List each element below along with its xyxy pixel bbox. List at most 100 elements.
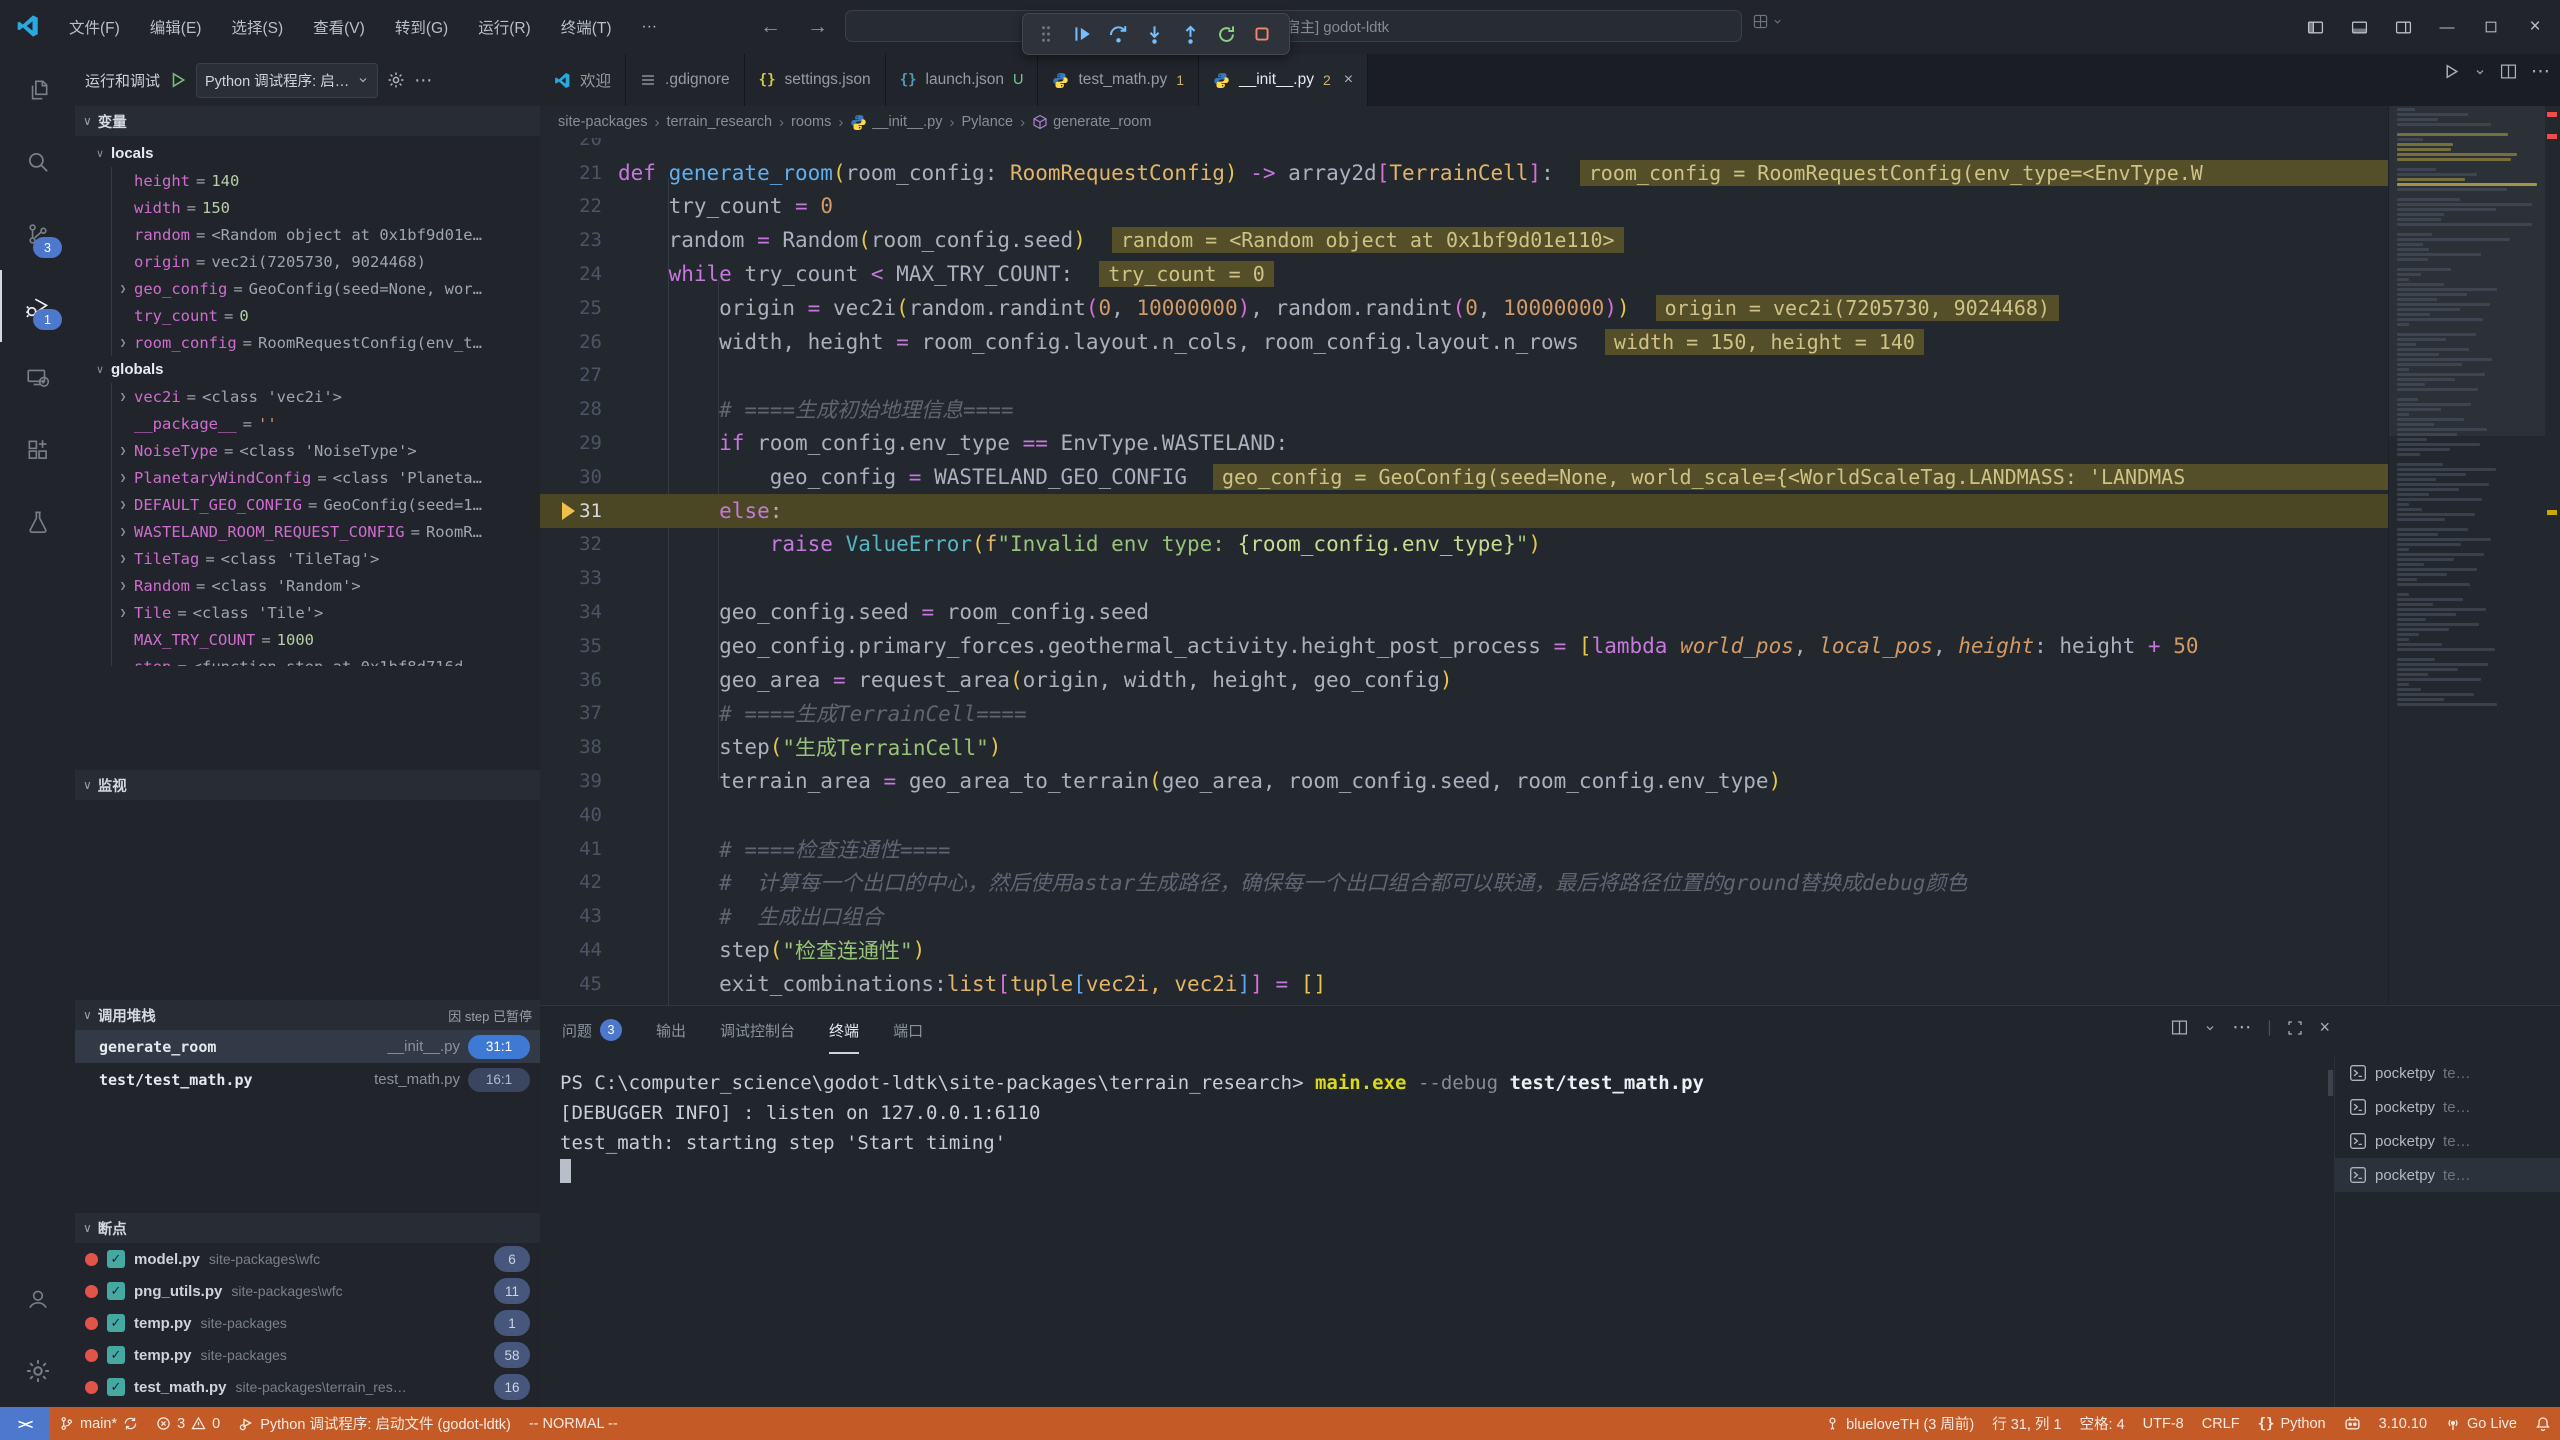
git-branch[interactable]: main*	[50, 1407, 147, 1440]
code-line-37[interactable]: 37 # ====生成TerrainCell====	[540, 697, 2560, 731]
variable-row[interactable]: __package__=''	[112, 410, 540, 437]
tab-launch.json[interactable]: {}launch.jsonU	[886, 54, 1039, 106]
overview-ruler[interactable]	[2545, 106, 2560, 1005]
more-button[interactable]: ⋯	[2531, 60, 2550, 83]
breadcrumb-item[interactable]: Pylance	[961, 114, 1013, 130]
variable-row[interactable]: origin=vec2i(7205730, 9024468)	[112, 248, 540, 275]
terminal-list-scrollbar[interactable]	[2328, 1070, 2333, 1096]
vim-mode[interactable]: -- NORMAL --	[520, 1407, 627, 1440]
toggle-secondary-sidebar-button[interactable]	[2384, 10, 2422, 44]
code-line-20[interactable]: 20	[540, 138, 2560, 156]
close-icon[interactable]: ×	[1344, 71, 1353, 89]
code-line-44[interactable]: 44 step("检查连通性")	[540, 933, 2560, 967]
git-blame[interactable]: blueloveTH (3 周前)	[1816, 1407, 1983, 1440]
breakpoint-row[interactable]: ✓temp.pysite-packages58	[75, 1339, 540, 1371]
line-number[interactable]: 34	[540, 601, 602, 623]
variable-row[interactable]: ❯PlanetaryWindConfig=<class 'Planeta…	[112, 464, 540, 491]
more-button[interactable]: ⋯	[2232, 1016, 2251, 1039]
line-number[interactable]: 27	[540, 364, 602, 386]
code-line-30[interactable]: 30 geo_config = WASTELAND_GEO_CONFIGgeo_…	[540, 460, 2560, 494]
line-number[interactable]: 30	[540, 466, 602, 488]
watch-section-header[interactable]: ∨监视	[75, 770, 540, 800]
line-number[interactable]: 22	[540, 195, 602, 217]
extension-indicator[interactable]	[2335, 1407, 2370, 1440]
variable-group[interactable]: ∨locals	[75, 140, 540, 167]
terminal-output[interactable]: PS C:\computer_science\godot-ldtk\site-p…	[560, 1068, 2320, 1407]
code-line-26[interactable]: 26 width, height = room_config.layout.n_…	[540, 325, 2560, 359]
variables-section-header[interactable]: ∨变量	[75, 106, 540, 136]
line-number[interactable]: 28	[540, 398, 602, 420]
tab-欢迎[interactable]: 欢迎	[540, 54, 626, 106]
terminal-list-item[interactable]: pocketpyte…	[2335, 1124, 2560, 1158]
line-number[interactable]: 38	[540, 736, 602, 758]
variable-row[interactable]: ❯TileTag=<class 'TileTag'>	[112, 545, 540, 572]
gear-icon[interactable]	[387, 71, 405, 89]
line-number[interactable]: 24	[540, 263, 602, 285]
variable-row[interactable]: step=<function step at 0x1bf8d716d	[112, 653, 540, 666]
panel-tab-输出[interactable]: 输出	[656, 1006, 686, 1054]
notifications[interactable]	[2526, 1407, 2560, 1440]
variable-row[interactable]: ❯DEFAULT_GEO_CONFIG=GeoConfig(seed=1…	[112, 491, 540, 518]
code-line-24[interactable]: 24 while try_count < MAX_TRY_COUNT:try_c…	[540, 257, 2560, 291]
line-number[interactable]: 40	[540, 804, 602, 826]
checkbox-checked-icon[interactable]: ✓	[107, 1282, 125, 1300]
menu-item[interactable]: 编辑(E)	[137, 10, 215, 44]
tab-.gdignore[interactable]: .gdignore	[626, 54, 745, 106]
chevron-down-button[interactable]	[2474, 66, 2486, 78]
debug-session[interactable]: Python 调试程序: 启动文件 (godot-ldtk)	[229, 1407, 520, 1440]
minimap[interactable]	[2388, 106, 2546, 1005]
breakpoints-section-header[interactable]: ∨断点	[75, 1213, 540, 1243]
line-number[interactable]: 21	[540, 162, 602, 184]
code-line-25[interactable]: 25 origin = vec2i(random.randint(0, 1000…	[540, 291, 2560, 325]
problems[interactable]: 30	[147, 1407, 229, 1440]
code-line-21[interactable]: 21def generate_room(room_config: RoomReq…	[540, 156, 2560, 190]
panel-tab-问题[interactable]: 问题3	[562, 1006, 622, 1054]
line-number[interactable]: 26	[540, 331, 602, 353]
activity-files[interactable]	[0, 54, 75, 126]
terminal-list-item[interactable]: pocketpyte…	[2335, 1158, 2560, 1192]
line-number[interactable]: 23	[540, 229, 602, 251]
code-line-34[interactable]: 34 geo_config.seed = room_config.seed	[540, 595, 2560, 629]
call-stack-section-header[interactable]: ∨调用堆栈因 step 已暂停	[75, 1000, 540, 1030]
language-mode[interactable]: {}Python	[2249, 1407, 2335, 1440]
code-line-45[interactable]: 45 exit_combinations:list[tuple[vec2i, v…	[540, 967, 2560, 1001]
stop-button[interactable]	[1245, 18, 1279, 50]
indentation[interactable]: 空格: 4	[2071, 1407, 2134, 1440]
activity-run-debug[interactable]: 1	[0, 270, 75, 342]
debug-config-select[interactable]: Python 调试程序: 启…	[196, 63, 378, 98]
menu-item[interactable]: 查看(V)	[300, 10, 378, 44]
variable-row[interactable]: ❯vec2i=<class 'vec2i'>	[112, 383, 540, 410]
breakpoint-row[interactable]: ✓model.pysite-packages\wfc6	[75, 1243, 540, 1275]
breakpoint-row[interactable]: ✓png_utils.pysite-packages\wfc11	[75, 1275, 540, 1307]
breadcrumb-item[interactable]: terrain_research	[666, 114, 772, 130]
code-line-22[interactable]: 22 try_count = 0	[540, 190, 2560, 224]
code-line-41[interactable]: 41 # ====检查连通性====	[540, 832, 2560, 866]
activity-source-control[interactable]: 3	[0, 198, 75, 270]
checkbox-checked-icon[interactable]: ✓	[107, 1250, 125, 1268]
variable-row[interactable]: random=<Random object at 0x1bf9d01e…	[112, 221, 540, 248]
line-number[interactable]: 42	[540, 871, 602, 893]
code-line-29[interactable]: 29 if room_config.env_type == EnvType.WA…	[540, 426, 2560, 460]
encoding[interactable]: UTF-8	[2134, 1407, 2193, 1440]
split-button[interactable]	[2500, 63, 2517, 80]
code-line-38[interactable]: 38 step("生成TerrainCell")	[540, 730, 2560, 764]
code-line-42[interactable]: 42 # 计算每一个出口的中心，然后使用astar生成路径，确保每一个出口组合都…	[540, 866, 2560, 900]
code-editor[interactable]: 2021def generate_room(room_config: RoomR…	[540, 138, 2560, 1005]
terminal-list-item[interactable]: pocketpyte…	[2335, 1090, 2560, 1124]
step-into-button[interactable]	[1137, 18, 1171, 50]
forward-icon[interactable]: →	[807, 15, 828, 39]
panel-tab-终端[interactable]: 终端	[829, 1006, 859, 1054]
code-line-39[interactable]: 39 terrain_area = geo_area_to_terrain(ge…	[540, 764, 2560, 798]
line-number[interactable]: 45	[540, 973, 602, 995]
line-number[interactable]: 36	[540, 669, 602, 691]
checkbox-checked-icon[interactable]: ✓	[107, 1346, 125, 1364]
code-line-31[interactable]: 31 else:	[540, 494, 2560, 528]
terminal-list-item[interactable]: pocketpyte…	[2335, 1056, 2560, 1090]
code-line-43[interactable]: 43 # 生成出口组合	[540, 899, 2560, 933]
menu-item[interactable]: 选择(S)	[218, 10, 296, 44]
variable-row[interactable]: try_count=0	[112, 302, 540, 329]
breakpoint-row[interactable]: ✓test_math.pysite-packages\terrain_res…1…	[75, 1371, 540, 1403]
line-number[interactable]: 29	[540, 432, 602, 454]
code-line-32[interactable]: 32 raise ValueError(f"Invalid env type: …	[540, 528, 2560, 562]
back-icon[interactable]: ←	[760, 15, 781, 39]
